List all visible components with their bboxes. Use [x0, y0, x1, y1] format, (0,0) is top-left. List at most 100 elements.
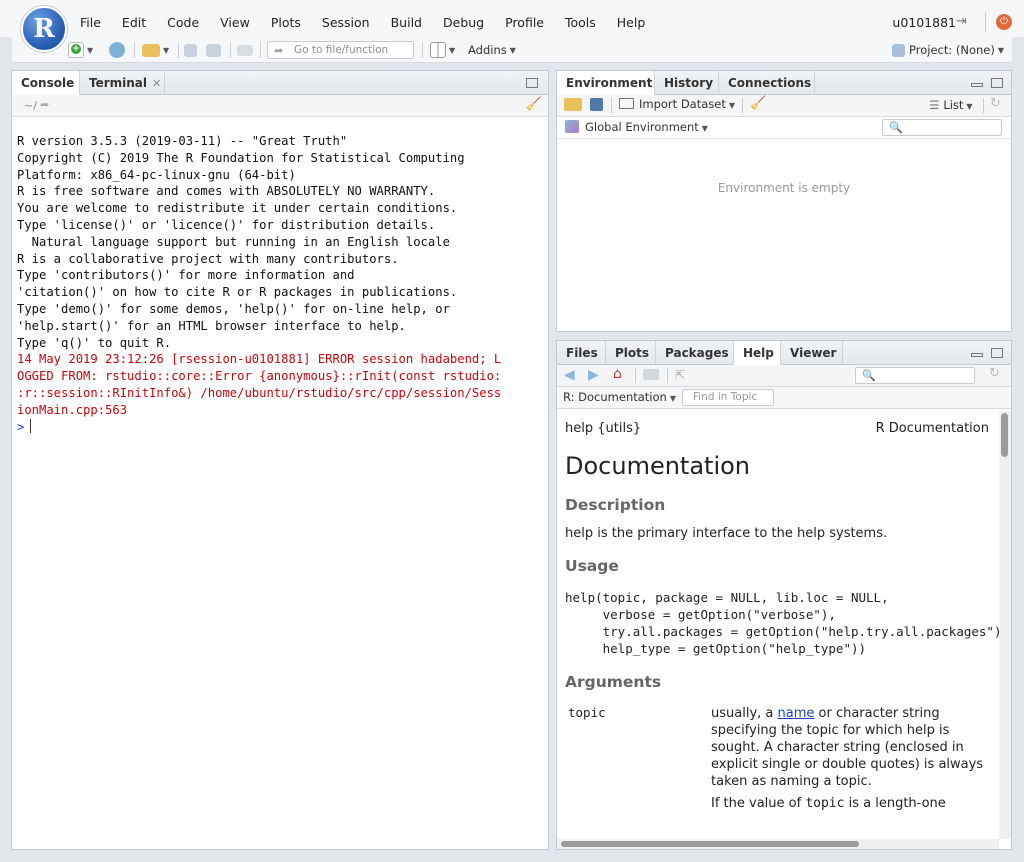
- go-to-file-input[interactable]: ➦ Go to file/function: [267, 41, 414, 59]
- go-to-directory-icon[interactable]: ➦: [40, 98, 49, 111]
- sign-out-icon[interactable]: ⇥: [956, 15, 972, 29]
- clear-workspace-icon[interactable]: 🧹: [750, 96, 766, 111]
- help-header-right: R Documentation: [875, 421, 989, 436]
- refresh-icon[interactable]: ↻: [989, 366, 1000, 381]
- home-icon[interactable]: ⌂: [613, 366, 622, 382]
- help-search-input[interactable]: 🔍: [855, 367, 975, 384]
- load-workspace-icon[interactable]: [564, 98, 582, 111]
- console-error-line: OGGED FROM: rstudio::core::Error {anonym…: [17, 369, 502, 384]
- name-link[interactable]: name: [778, 706, 815, 721]
- search-icon: 🔍: [862, 369, 876, 382]
- tab-viewer[interactable]: Viewer: [781, 341, 843, 365]
- console-prompt-line[interactable]: >: [17, 418, 501, 436]
- save-all-button[interactable]: [206, 41, 221, 59]
- menu-plots[interactable]: Plots: [271, 15, 312, 30]
- minimize-pane-icon[interactable]: [971, 353, 983, 357]
- open-file-button[interactable]: ▼: [142, 41, 169, 59]
- chevron-down-icon: ▼: [87, 45, 94, 55]
- help-vertical-scrollbar[interactable]: [999, 411, 1011, 839]
- find-in-topic-input[interactable]: Find in Topic: [682, 389, 774, 406]
- files-help-tabbar: Files Plots Packages Help Viewer: [557, 341, 1011, 366]
- environment-search-input[interactable]: 🔍: [882, 119, 1002, 136]
- scrollbar-thumb[interactable]: [561, 841, 859, 847]
- tab-help[interactable]: Help: [734, 341, 781, 366]
- tab-environment[interactable]: Environment: [557, 71, 655, 96]
- menu-profile[interactable]: Profile: [505, 15, 555, 30]
- new-project-button[interactable]: [109, 41, 125, 59]
- tab-terminal[interactable]: Terminal ✕: [80, 71, 165, 95]
- menu-file[interactable]: File: [80, 15, 112, 30]
- quit-session-icon[interactable]: ⏻: [996, 14, 1012, 30]
- menu-edit[interactable]: Edit: [122, 15, 157, 30]
- maximize-pane-icon[interactable]: [991, 348, 1003, 358]
- project-menu[interactable]: Project: (None) ▼: [892, 41, 1004, 59]
- tab-connections[interactable]: Connections: [719, 71, 815, 95]
- folder-open-icon: [142, 43, 160, 57]
- clear-console-icon[interactable]: 🧹: [526, 97, 542, 112]
- maximize-pane-icon[interactable]: [526, 78, 538, 88]
- console-line: Platform: x86_64-pc-linux-gnu (64-bit): [17, 167, 296, 182]
- save-icon: [184, 43, 197, 57]
- import-dataset-menu[interactable]: Import Dataset ▼: [619, 97, 735, 111]
- open-in-window-icon[interactable]: ⇱: [675, 368, 685, 382]
- chevron-down-icon: ▼: [449, 45, 456, 55]
- environment-icon: [565, 120, 579, 133]
- toolbar-divider: [611, 98, 612, 113]
- environment-empty-message: Environment is empty: [717, 181, 851, 195]
- help-toolbar: ◀ ▶ ⌂ ⇱ 🔍 ↻: [557, 365, 1011, 387]
- maximize-pane-icon[interactable]: [991, 78, 1003, 88]
- help-document: help {utils} R Documentation Documentati…: [557, 411, 999, 841]
- print-button[interactable]: [237, 41, 253, 59]
- find-in-topic-placeholder: Find in Topic: [693, 391, 758, 403]
- toolbar-divider: [635, 368, 636, 383]
- console-output[interactable]: R version 3.5.3 (2019-03-11) -- "Great T…: [17, 133, 501, 435]
- menu-view[interactable]: View: [220, 15, 261, 30]
- toolbar-divider: [178, 42, 179, 58]
- help-topic-bar: R: Documentation ▼ Find in Topic: [557, 387, 1011, 409]
- arguments-heading: Arguments: [565, 673, 662, 691]
- scrollbar-thumb[interactable]: [1001, 413, 1008, 457]
- save-workspace-icon[interactable]: [590, 98, 603, 111]
- workspace-panes-button[interactable]: ▼: [430, 41, 455, 59]
- import-dataset-label: Import Dataset: [639, 97, 726, 111]
- usage-line: help(topic, package = NULL, lib.loc = NU…: [565, 590, 889, 605]
- username-label: u0101881: [892, 15, 956, 30]
- new-file-button[interactable]: + ▼: [68, 41, 93, 59]
- tab-packages[interactable]: Packages: [656, 341, 734, 365]
- menu-code[interactable]: Code: [167, 15, 210, 30]
- main-menu: File Edit Code View Plots Session Build …: [80, 15, 666, 30]
- forward-arrow-icon[interactable]: ▶: [588, 367, 599, 383]
- console-path-bar: ~/ ➦ 🧹: [12, 95, 548, 117]
- environment-scope-menu[interactable]: Global Environment ▼: [565, 120, 708, 134]
- chevron-down-icon: ▼: [163, 45, 170, 55]
- environment-tabbar: Environment History Connections: [557, 71, 1011, 96]
- list-icon: ☰: [929, 98, 940, 112]
- save-button[interactable]: [184, 41, 197, 59]
- tab-history[interactable]: History: [655, 71, 719, 95]
- minimize-pane-icon[interactable]: [971, 83, 983, 87]
- help-doc-selector[interactable]: R: Documentation ▼: [563, 390, 676, 404]
- project-label: Project: (None): [909, 43, 995, 57]
- addins-menu[interactable]: Addins ▼: [468, 41, 516, 59]
- tab-console[interactable]: Console: [12, 71, 80, 96]
- menu-help[interactable]: Help: [617, 15, 657, 30]
- table-icon: [619, 98, 634, 109]
- chevron-down-icon: ▼: [669, 394, 676, 403]
- print-icon[interactable]: [643, 369, 659, 380]
- menu-tools[interactable]: Tools: [565, 15, 607, 30]
- working-directory[interactable]: ~/: [24, 99, 37, 112]
- tab-plots[interactable]: Plots: [606, 341, 656, 365]
- menu-build[interactable]: Build: [391, 15, 433, 30]
- refresh-icon[interactable]: ↻: [990, 96, 1001, 111]
- tab-files[interactable]: Files: [557, 341, 606, 365]
- console-line: R is a collaborative project with many c…: [17, 251, 399, 266]
- back-arrow-icon[interactable]: ◀: [564, 367, 575, 383]
- argument-desc-more: If the value of topic is a length-one: [711, 795, 991, 812]
- close-icon[interactable]: ✕: [152, 77, 161, 90]
- view-mode-menu[interactable]: ☰ List ▼: [929, 98, 973, 112]
- menu-debug[interactable]: Debug: [443, 15, 495, 30]
- menu-session[interactable]: Session: [322, 15, 381, 30]
- chevron-down-icon: ▼: [997, 45, 1005, 55]
- help-horizontal-scrollbar[interactable]: [557, 839, 999, 849]
- help-doc-label: R: Documentation: [563, 390, 667, 404]
